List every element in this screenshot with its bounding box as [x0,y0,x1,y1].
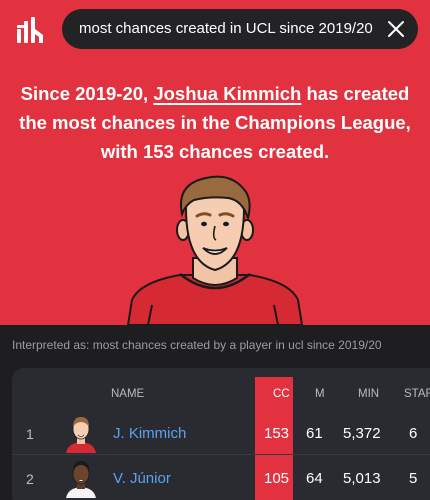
minutes-value: 5,013 [343,470,381,487]
player-name-link[interactable]: V. Júnior [113,470,171,487]
matches-value: 64 [306,470,323,487]
column-header-starts[interactable]: STAR [404,388,430,400]
answer-text: Since 2019-20, Joshua Kimmich has create… [0,79,430,166]
interpretation-text: Interpreted as: most chances created by … [12,338,382,352]
row-divider [12,454,430,455]
starts-value: 5 [409,470,418,487]
column-header-m[interactable]: M [315,388,325,400]
matches-value: 61 [306,425,323,442]
starts-value: 6 [409,425,418,442]
search-bar[interactable]: most chances created in UCL since 2019/2… [62,9,418,49]
minutes-value: 5,372 [343,425,381,442]
answer-intro: Since 2019-20, [20,83,154,104]
cc-value: 153 [264,425,290,442]
cc-value: 105 [264,470,290,487]
player-name-link[interactable]: J. Kimmich [113,425,186,442]
search-input[interactable]: most chances created in UCL since 2019/2… [79,20,373,37]
rank: 1 [26,426,34,442]
results-table: NAME CC M MIN STAR 1 J. Kimmich 153 61 5… [12,368,430,500]
table-row[interactable]: 1 J. Kimmich 153 61 5,372 6 [12,413,430,457]
column-header-min[interactable]: MIN [358,388,379,400]
close-icon[interactable] [387,20,405,38]
column-header-name[interactable]: NAME [111,388,144,400]
player-avatar [66,461,96,498]
column-header-cc[interactable]: CC [273,388,290,400]
rank: 2 [26,471,34,487]
player-portrait [126,175,304,325]
answer-hero: most chances created in UCL since 2019/2… [0,0,430,325]
table-row[interactable]: 2 V. Júnior 105 64 5,013 5 [12,458,430,500]
statmuse-logo-icon[interactable] [15,17,45,43]
player-link[interactable]: Joshua Kimmich [153,83,301,104]
player-avatar [66,417,96,453]
